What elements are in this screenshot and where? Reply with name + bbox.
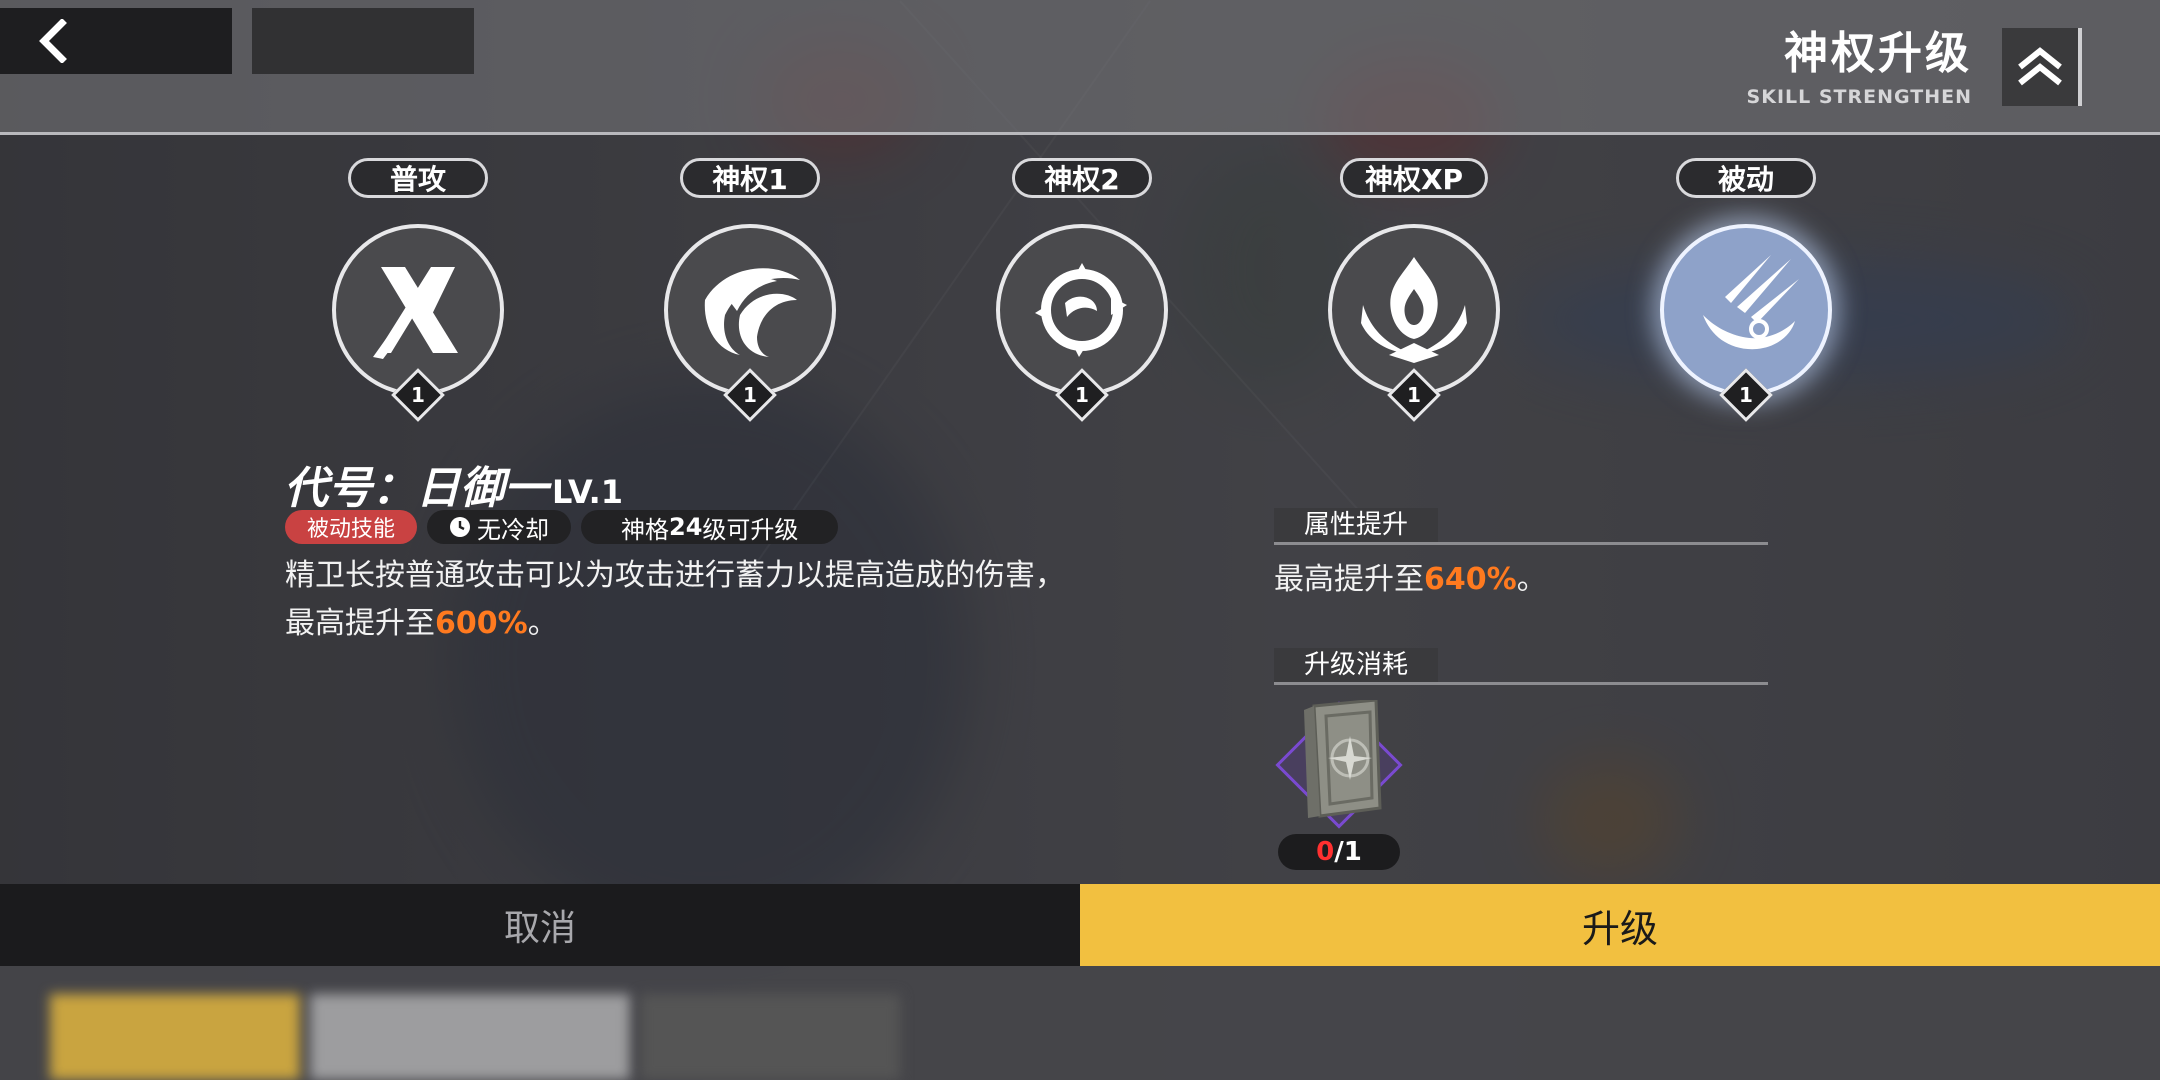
flame-swirl-icon — [704, 268, 800, 357]
skill-description: 精卫长按普通攻击可以为攻击进行蓄力以提高造成的伤害， 最高提升至600%。 — [285, 552, 1065, 648]
skill-tab-label: 神权1 — [680, 158, 820, 198]
double-chevron-up-icon — [2018, 47, 2062, 86]
cooldown-tag: 无冷却 — [427, 510, 572, 544]
attribute-text: 最高提升至640%。 — [1274, 562, 1547, 597]
cancel-button[interactable]: 取消 — [0, 884, 1080, 966]
back-button[interactable] — [0, 8, 232, 74]
skill-level-text: LV.1 — [552, 473, 624, 511]
attribute-section-header: 属性提升 — [1274, 508, 1768, 545]
skill-tab-label: 被动 — [1676, 158, 1816, 198]
requirement-tag: 神格 24 级可升级 — [581, 510, 839, 544]
cost-item[interactable] — [1274, 700, 1404, 830]
thorn-orb-icon — [1035, 263, 1127, 357]
skill-name: 代号：日御一 LV.1 — [284, 452, 623, 516]
skill-type-tag: 被动技能 — [285, 510, 418, 544]
skill-tags: 被动技能 无冷却 神格 24 级可升级 — [285, 510, 839, 544]
clock-icon — [450, 517, 471, 537]
cooldown-text: 无冷却 — [477, 515, 550, 544]
collapse-button[interactable] — [2002, 28, 2082, 106]
background-bottom-tabs — [0, 966, 2160, 1080]
title-block: 神权升级 SKILL STRENGTHEN — [1747, 28, 1972, 108]
cost-header-label: 升级消耗 — [1274, 648, 1439, 682]
skill-tab-label: 神权2 — [1012, 158, 1152, 198]
attribute-header-label: 属性提升 — [1274, 508, 1439, 542]
skill-passive[interactable]: 被动 1 — [1626, 158, 1866, 422]
blaze-emblem-icon — [1361, 257, 1467, 363]
skill-divine-xp[interactable]: 神权XP 1 — [1294, 158, 1534, 422]
top-bar-divider — [0, 132, 2160, 135]
skill-divine-1[interactable]: 神权1 1 — [630, 158, 870, 422]
crossed-blades-icon — [373, 267, 458, 359]
upgrade-button[interactable]: 升级 — [1080, 884, 2160, 966]
cost-section-header: 升级消耗 — [1274, 648, 1768, 685]
home-button[interactable] — [252, 8, 474, 74]
skill-tab-label: 普攻 — [348, 158, 488, 198]
skill-basic-attack[interactable]: 普攻 1 — [298, 158, 538, 422]
skill-description-line2: 最高提升至600%。 — [285, 606, 558, 641]
skill-tab-label: 神权XP — [1339, 158, 1489, 198]
page-title: 神权升级 — [1784, 28, 1972, 79]
skill-divine-2[interactable]: 神权2 1 — [962, 158, 1202, 422]
skill-name-text: 代号：日御一 — [284, 463, 548, 514]
skill-description-line1: 精卫长按普通攻击可以为攻击进行蓄力以提高造成的伤害， — [285, 558, 1065, 593]
page-subtitle: SKILL STRENGTHEN — [1746, 86, 1972, 108]
chevron-left-icon — [39, 19, 67, 63]
cost-count: 0/1 — [1278, 834, 1400, 870]
claw-strike-icon — [1703, 255, 1799, 350]
skill-book-icon — [1304, 700, 1382, 818]
